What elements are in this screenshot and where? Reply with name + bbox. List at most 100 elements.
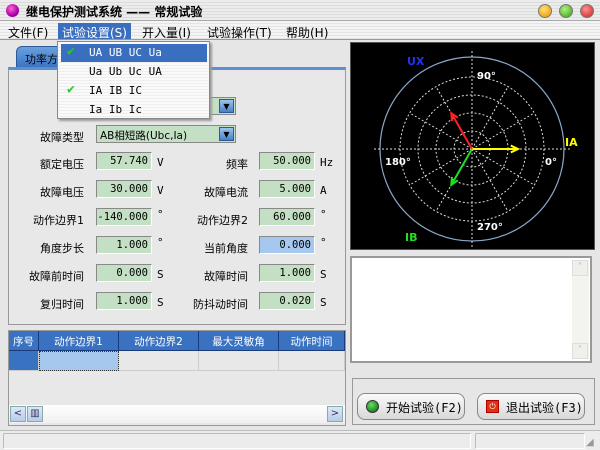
vertical-scrollbar[interactable]: ˄ ˅ bbox=[572, 260, 589, 359]
app-icon bbox=[6, 4, 19, 17]
menu-item-ua-ub-uc-ua[interactable]: ✔ UA UB UC Ua bbox=[61, 44, 207, 62]
fault-time-input[interactable]: 1.000 bbox=[259, 264, 315, 282]
fault-type-combo[interactable]: AB相短路(Ubc,Ia) ▼ bbox=[96, 125, 236, 143]
frequency-label: 频率 bbox=[226, 158, 248, 171]
deg-0-label: 0° bbox=[545, 157, 557, 168]
frequency-unit: Hz bbox=[320, 156, 334, 169]
menu-item-ia-ib-ic-lower[interactable]: Ia Ib Ic bbox=[61, 101, 207, 119]
ib-label: IB bbox=[405, 231, 417, 244]
angle-step-label: 角度步长 bbox=[40, 242, 84, 255]
minimize-button[interactable] bbox=[538, 4, 552, 18]
check-icon: ✔ bbox=[67, 82, 75, 97]
menu-item-ua-ub-uc-UA[interactable]: Ua Ub Uc UA bbox=[61, 63, 207, 81]
exit-test-button[interactable]: ⏻ 退出试验(F3) bbox=[477, 393, 585, 420]
boundary2-input[interactable]: 60.000 bbox=[259, 208, 315, 226]
grid-spoke bbox=[471, 148, 509, 212]
boundary1-label: 动作边界1 bbox=[33, 214, 84, 227]
rated-voltage-label: 额定电压 bbox=[40, 158, 84, 171]
status-pane-1 bbox=[3, 433, 471, 449]
phasor-svg: UX IA IB 90° 180° 0° 270° bbox=[372, 49, 578, 249]
ux-label: UX bbox=[407, 55, 425, 68]
menu-file[interactable]: 文件(F) bbox=[4, 23, 52, 40]
check-icon: ✔ bbox=[67, 44, 75, 59]
current-angle-label: 当前角度 bbox=[204, 242, 248, 255]
boundary2-unit: ° bbox=[320, 208, 327, 221]
boundary1-input[interactable]: -140.000 bbox=[96, 208, 152, 226]
close-button[interactable] bbox=[580, 4, 594, 18]
log-textarea[interactable]: ˄ ˅ bbox=[350, 256, 592, 363]
results-table: 序号 动作边界1 动作边界2 最大灵敏角 动作时间 < ▥ > bbox=[8, 330, 346, 426]
fault-current-label: 故障电流 bbox=[204, 186, 248, 199]
deg-180-label: 180° bbox=[385, 157, 411, 168]
frequency-input[interactable]: 50.000 bbox=[259, 152, 315, 170]
table-cell[interactable] bbox=[279, 351, 345, 371]
test-settings-dropdown: ✔ UA UB UC Ua Ua Ub Uc UA ✔ IA IB IC Ia Ib… bbox=[57, 41, 210, 119]
menu-item-label: Ia Ib Ic bbox=[89, 103, 142, 116]
fault-type-value: AB相短路(Ubc,Ia) bbox=[100, 130, 188, 142]
reset-time-label: 复归时间 bbox=[40, 298, 84, 311]
start-test-button[interactable]: 开始试验(F2) bbox=[357, 393, 465, 420]
chevron-down-icon[interactable]: ▼ bbox=[219, 127, 234, 141]
debounce-time-input[interactable]: 0.020 bbox=[259, 292, 315, 310]
prefault-time-input[interactable]: 0.000 bbox=[96, 264, 152, 282]
scroll-right-icon[interactable]: > bbox=[327, 406, 343, 422]
start-test-label: 开始试验(F2) bbox=[386, 401, 463, 415]
power-icon: ⏻ bbox=[486, 400, 499, 413]
scroll-thumb[interactable]: ▥ bbox=[27, 406, 43, 422]
menu-item-label: Ua Ub Uc UA bbox=[89, 65, 162, 78]
grid-spoke bbox=[471, 86, 509, 150]
menu-help[interactable]: 帮助(H) bbox=[282, 23, 332, 40]
debounce-time-unit: S bbox=[320, 296, 327, 309]
ia-label: IA bbox=[565, 136, 578, 149]
menu-item-ia-ib-ic[interactable]: ✔ IA IB IC bbox=[61, 82, 207, 100]
status-pane-2 bbox=[475, 433, 585, 449]
window-title: 继电保护测试系统 —— 常规试验 bbox=[26, 5, 203, 19]
debounce-time-label: 防抖动时间 bbox=[193, 298, 248, 311]
fault-time-unit: S bbox=[320, 268, 327, 281]
vector-ib bbox=[450, 148, 473, 186]
phasor-diagram: UX IA IB 90° 180° 0° 270° bbox=[350, 42, 595, 250]
reset-time-input[interactable]: 1.000 bbox=[96, 292, 152, 310]
angle-step-input[interactable]: 1.000 bbox=[96, 236, 152, 254]
table-cell[interactable] bbox=[199, 351, 279, 371]
scroll-left-icon[interactable]: < bbox=[10, 406, 26, 422]
current-angle-input[interactable]: 0.000 bbox=[259, 236, 315, 254]
prefault-time-label: 故障前时间 bbox=[29, 270, 84, 283]
maximize-button[interactable] bbox=[559, 4, 573, 18]
deg-90-label: 90° bbox=[477, 71, 496, 82]
chevron-down-icon[interactable]: ▼ bbox=[219, 99, 234, 113]
scroll-up-icon[interactable]: ˄ bbox=[572, 260, 588, 276]
fault-current-input[interactable]: 5.000 bbox=[259, 180, 315, 198]
grid-spoke bbox=[471, 148, 535, 186]
table-row-header[interactable] bbox=[9, 351, 39, 371]
fault-type-label: 故障类型 bbox=[40, 131, 84, 144]
menu-test-settings[interactable]: 试验设置(S) bbox=[58, 23, 131, 40]
resize-grip-icon[interactable]: ◢ bbox=[586, 437, 594, 448]
fault-current-unit: A bbox=[320, 184, 327, 197]
fault-voltage-input[interactable]: 30.000 bbox=[96, 180, 152, 198]
grid-spoke bbox=[471, 112, 535, 150]
fault-time-label: 故障时间 bbox=[204, 270, 248, 283]
fault-voltage-label: 故障电压 bbox=[40, 186, 84, 199]
horizontal-scrollbar[interactable]: < ▥ > bbox=[9, 405, 345, 423]
action-panel: 开始试验(F2) ⏻ 退出试验(F3) bbox=[352, 378, 595, 425]
menu-bar: 文件(F) 试验设置(S) 开入量(I) 试验操作(T) 帮助(H) bbox=[0, 21, 600, 40]
current-angle-unit: ° bbox=[320, 236, 327, 249]
column-header-max-sensitive-angle[interactable]: 最大灵敏角 bbox=[199, 331, 279, 351]
scroll-down-icon[interactable]: ˅ bbox=[572, 343, 588, 359]
column-header-boundary2[interactable]: 动作边界2 bbox=[119, 331, 199, 351]
deg-270-label: 270° bbox=[477, 222, 503, 233]
title-bar: 继电保护测试系统 —— 常规试验 bbox=[0, 0, 600, 21]
table-cell[interactable] bbox=[119, 351, 199, 371]
menu-item-label: UA UB UC Ua bbox=[89, 46, 162, 59]
green-light-icon bbox=[366, 400, 379, 413]
column-header-action-time[interactable]: 动作时间 bbox=[279, 331, 345, 351]
table-cell-selected[interactable] bbox=[39, 351, 119, 371]
column-header-index[interactable]: 序号 bbox=[9, 331, 39, 351]
column-header-boundary1[interactable]: 动作边界1 bbox=[39, 331, 119, 351]
menu-binary-input[interactable]: 开入量(I) bbox=[138, 23, 195, 40]
rated-voltage-input[interactable]: 57.740 bbox=[96, 152, 152, 170]
menu-test-operation[interactable]: 试验操作(T) bbox=[203, 23, 276, 40]
menu-item-label: IA IB IC bbox=[89, 84, 142, 97]
status-bar: ◢ bbox=[0, 430, 600, 450]
